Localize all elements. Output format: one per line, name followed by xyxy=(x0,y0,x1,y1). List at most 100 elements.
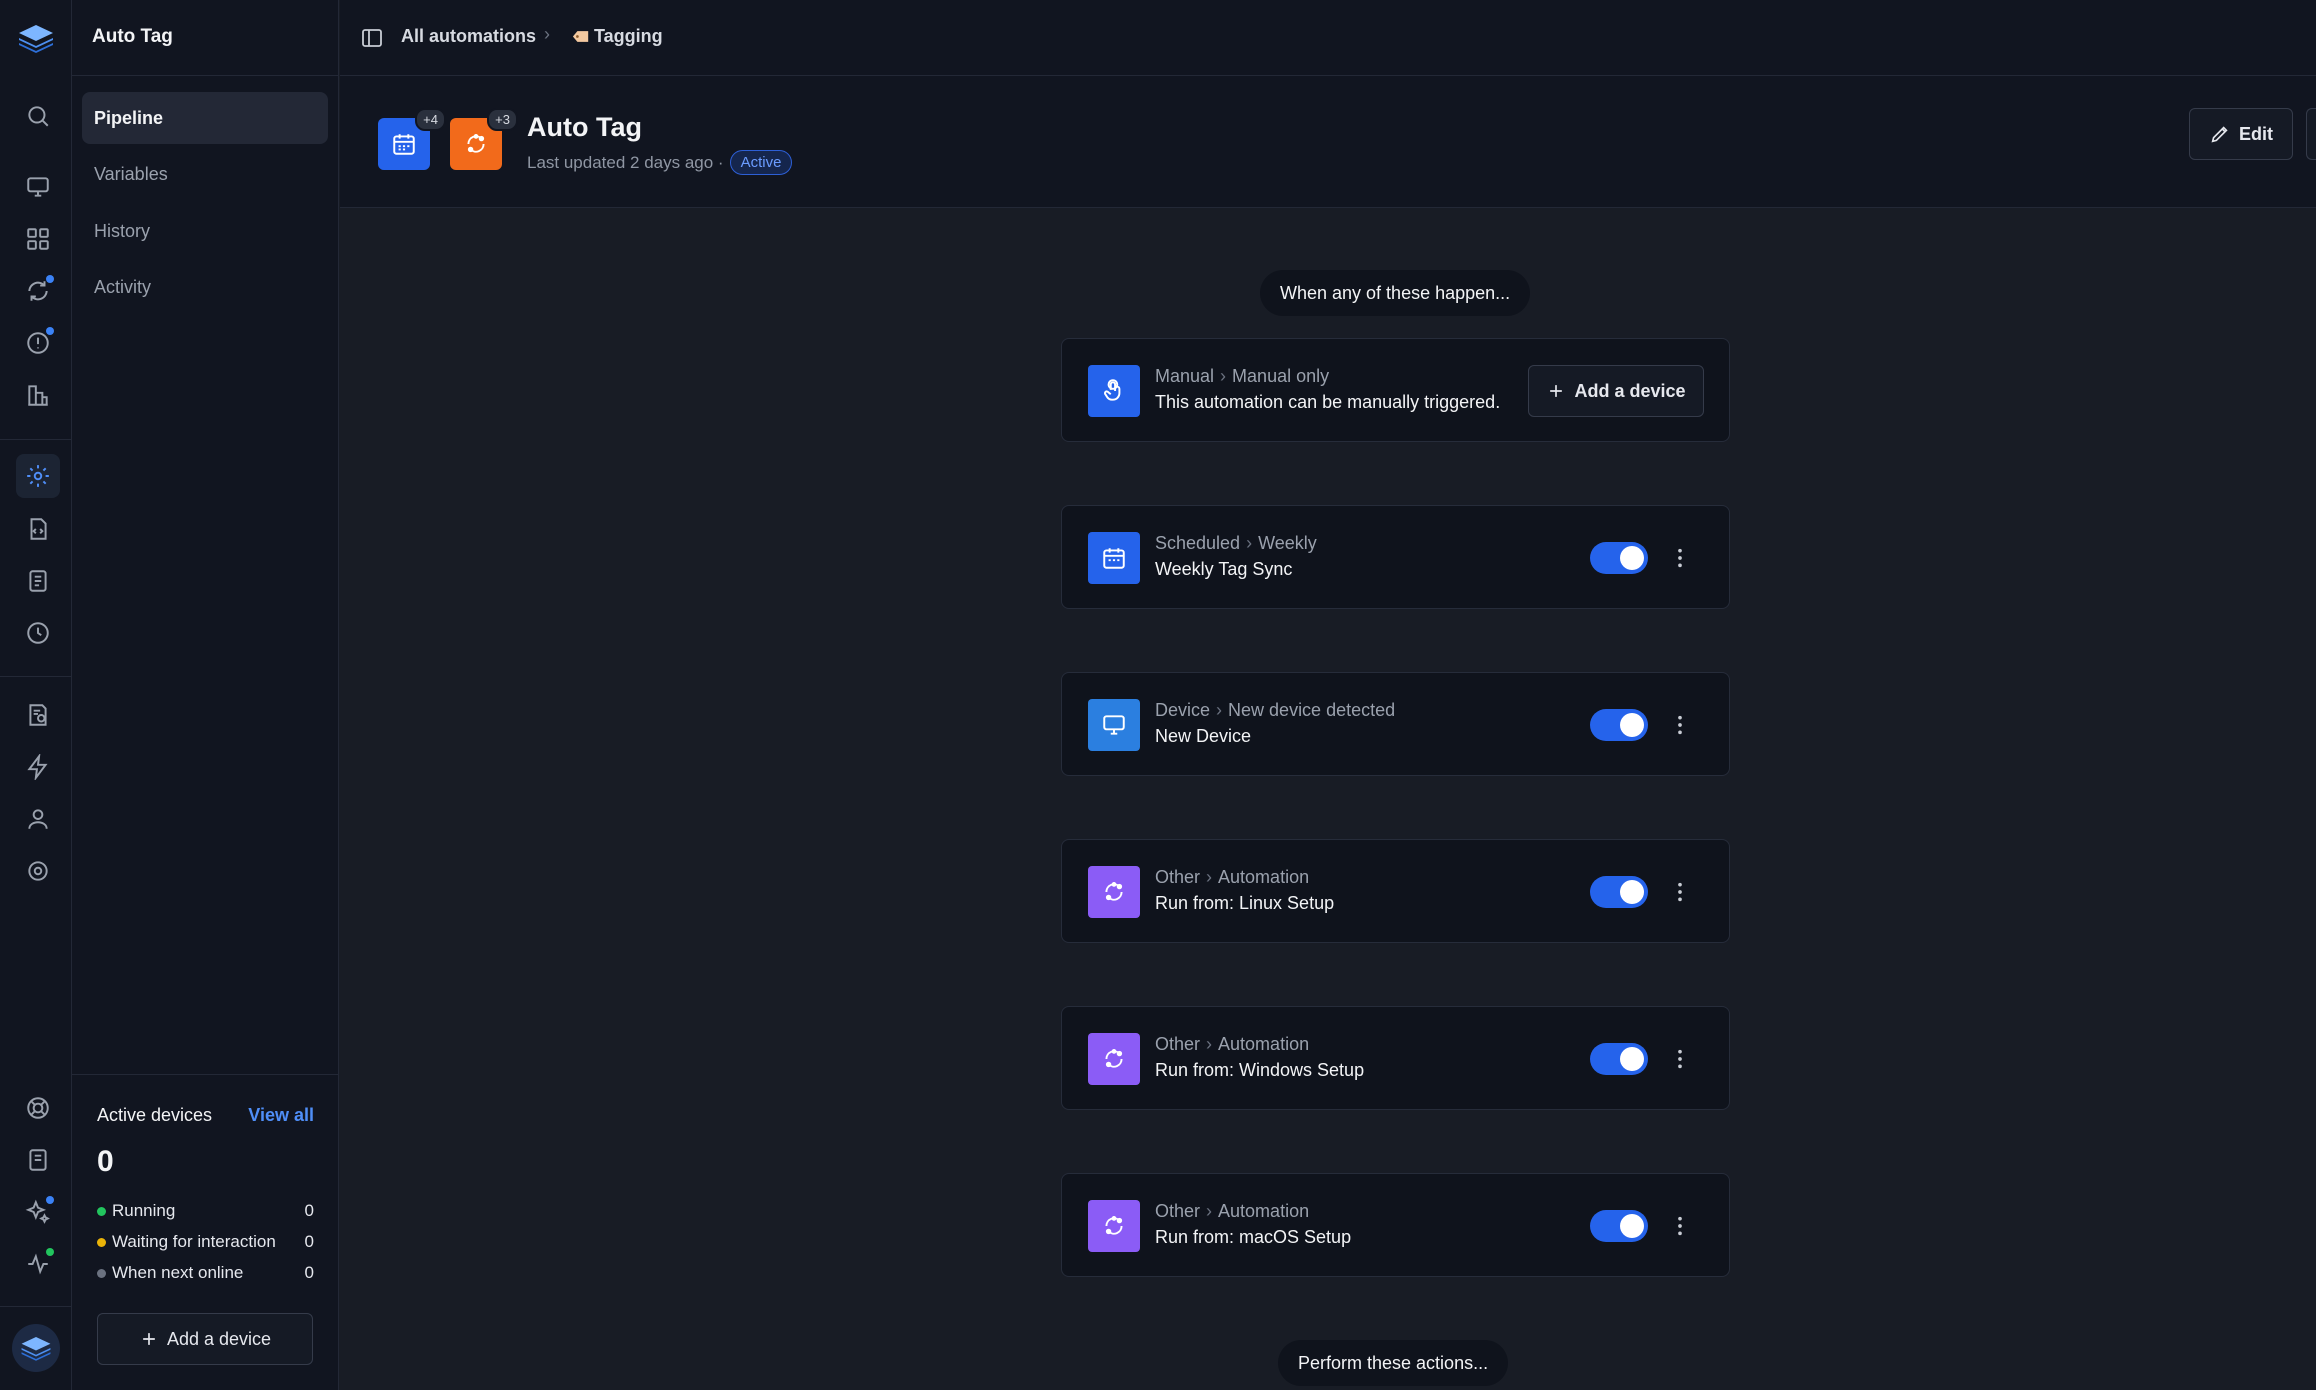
manual-trigger-path: Manual › Manual only xyxy=(1155,366,1330,386)
pencil-icon xyxy=(2211,126,2228,143)
breadcrumb-all-automations[interactable]: All automations xyxy=(401,26,536,47)
chevron-right-icon: › xyxy=(1220,366,1227,386)
monitor-icon[interactable] xyxy=(20,169,56,205)
sidebar-toggle-icon[interactable] xyxy=(360,26,384,55)
manual-trigger-name: This automation can be manually triggere… xyxy=(1155,392,1501,412)
plus-icon xyxy=(1550,385,1563,397)
active-devices-heading: Active devices xyxy=(97,1105,213,1125)
trigger-path: Other › Automation xyxy=(1155,867,1310,887)
trigger-name: Weekly Tag Sync xyxy=(1155,559,1293,579)
icon-rail xyxy=(0,0,72,1390)
status-badge: Active xyxy=(729,150,793,175)
status-next-online: When next online 0 xyxy=(97,1263,314,1283)
offline-dot-icon xyxy=(97,1268,106,1278)
automation-badge[interactable]: +3 xyxy=(450,108,518,170)
page-subtitle: Last updated 2 days ago · Active xyxy=(527,150,793,175)
trigger-name: Run from: Linux Setup xyxy=(1155,893,1335,913)
automation-count-badge: +3 xyxy=(487,108,518,131)
add-device-button[interactable]: Add a device xyxy=(97,1313,313,1365)
trigger-card: Other › Automation Run from: Linux Setup xyxy=(1061,839,1730,943)
trigger-card: Scheduled › Weekly Weekly Tag Sync xyxy=(1061,505,1730,609)
running-dot-icon xyxy=(97,1206,106,1216)
user-icon[interactable] xyxy=(20,801,56,837)
sparkles-icon[interactable] xyxy=(20,1194,56,1230)
monitor-icon xyxy=(1088,699,1140,751)
kebab-menu-icon[interactable] xyxy=(1670,1210,1690,1242)
chevron-right-icon: › xyxy=(544,24,550,44)
sidebar-item-history[interactable]: History xyxy=(82,205,328,257)
status-running: Running 0 xyxy=(97,1201,314,1221)
add-device-button[interactable]: Add a device xyxy=(1528,365,1704,417)
breadcrumb-tagging[interactable]: Tagging xyxy=(572,26,663,47)
schedule-count-badge: +4 xyxy=(415,108,446,131)
trigger-card: Other › Automation Run from: Windows Set… xyxy=(1061,1006,1730,1110)
sidebar-title: Auto Tag xyxy=(92,26,173,47)
gear-icon[interactable] xyxy=(20,853,56,889)
kebab-menu-icon[interactable] xyxy=(1670,1043,1690,1075)
chevron-right-icon: › xyxy=(1246,533,1253,553)
edit-button[interactable]: Edit xyxy=(2189,108,2293,160)
trigger-name: Run from: macOS Setup xyxy=(1155,1227,1352,1247)
schedule-badge[interactable]: +4 xyxy=(378,108,446,170)
page-title: Auto Tag xyxy=(527,112,642,142)
search-icon[interactable] xyxy=(20,98,56,134)
trigger-path: Other › Automation xyxy=(1155,1201,1310,1221)
active-devices-panel: Active devices View all 0 Running 0 Wait… xyxy=(72,1074,339,1390)
lightning-icon[interactable] xyxy=(20,749,56,785)
active-devices-count: 0 xyxy=(97,1145,114,1178)
help-lifebuoy-icon[interactable] xyxy=(20,1090,56,1126)
secondary-sidebar: Auto Tag Pipeline Variables History Acti… xyxy=(72,0,339,1390)
sidebar-item-variables[interactable]: Variables xyxy=(82,148,328,200)
document-icon[interactable] xyxy=(20,563,56,599)
sync-icon[interactable] xyxy=(20,273,56,309)
trigger-path: Device › New device detected xyxy=(1155,700,1396,720)
chevron-right-icon: › xyxy=(1216,700,1223,720)
automation-icon xyxy=(1088,866,1140,918)
trigger-card: Device › New device detected New Device xyxy=(1061,672,1730,776)
alert-icon[interactable] xyxy=(20,325,56,361)
automation-settings-icon[interactable] xyxy=(16,454,60,498)
calendar-icon xyxy=(1088,532,1140,584)
trigger-name: New Device xyxy=(1155,726,1252,746)
more-actions-button[interactable] xyxy=(2306,108,2316,160)
kebab-menu-icon[interactable] xyxy=(1670,876,1690,908)
view-all-link[interactable]: View all xyxy=(248,1105,314,1126)
top-bar: All automations › Tagging xyxy=(340,0,2316,76)
sidebar-item-activity[interactable]: Activity xyxy=(82,261,328,313)
automation-icon xyxy=(467,134,485,153)
action-heading: Perform these actions... xyxy=(1278,1340,1509,1386)
automation-icon xyxy=(1088,1200,1140,1252)
kebab-menu-icon[interactable] xyxy=(1670,709,1690,741)
policy-icon[interactable] xyxy=(20,697,56,733)
label-tag-icon xyxy=(572,31,589,42)
chevron-right-icon: › xyxy=(1206,1201,1213,1221)
trigger-enabled-toggle[interactable] xyxy=(1590,542,1648,574)
manual-trigger-card: Manual › Manual only This automation can… xyxy=(1061,338,1730,442)
app-logo-icon[interactable] xyxy=(16,22,56,54)
trigger-heading: When any of these happen... xyxy=(1260,270,1531,316)
reports-icon[interactable] xyxy=(20,377,56,413)
trigger-name: Run from: Windows Setup xyxy=(1155,1060,1365,1080)
trigger-enabled-toggle[interactable] xyxy=(1590,876,1648,908)
apps-grid-icon[interactable] xyxy=(20,221,56,257)
chevron-right-icon: › xyxy=(1206,867,1213,887)
trigger-enabled-toggle[interactable] xyxy=(1590,1210,1648,1242)
script-file-icon[interactable] xyxy=(20,511,56,547)
trigger-card: Other › Automation Run from: macOS Setup xyxy=(1061,1173,1730,1277)
changelog-icon[interactable] xyxy=(20,1142,56,1178)
automation-icon xyxy=(1088,1033,1140,1085)
trigger-enabled-toggle[interactable] xyxy=(1590,709,1648,741)
manual-touch-icon xyxy=(1088,365,1140,417)
automation-header: +4 +3 Auto Tag Last updated 2 days ago ·… xyxy=(340,76,2316,208)
waiting-dot-icon xyxy=(97,1237,106,1247)
trigger-path: Other › Automation xyxy=(1155,1034,1310,1054)
plus-icon xyxy=(143,1333,155,1345)
trigger-enabled-toggle[interactable] xyxy=(1590,1043,1648,1075)
trigger-path: Scheduled › Weekly xyxy=(1155,533,1317,553)
sidebar-item-pipeline[interactable]: Pipeline xyxy=(82,92,328,144)
avatar[interactable] xyxy=(12,1324,60,1372)
kebab-menu-icon[interactable] xyxy=(1670,542,1690,574)
calendar-icon xyxy=(393,134,415,155)
activity-pulse-icon[interactable] xyxy=(20,1246,56,1282)
history-clock-icon[interactable] xyxy=(20,615,56,651)
